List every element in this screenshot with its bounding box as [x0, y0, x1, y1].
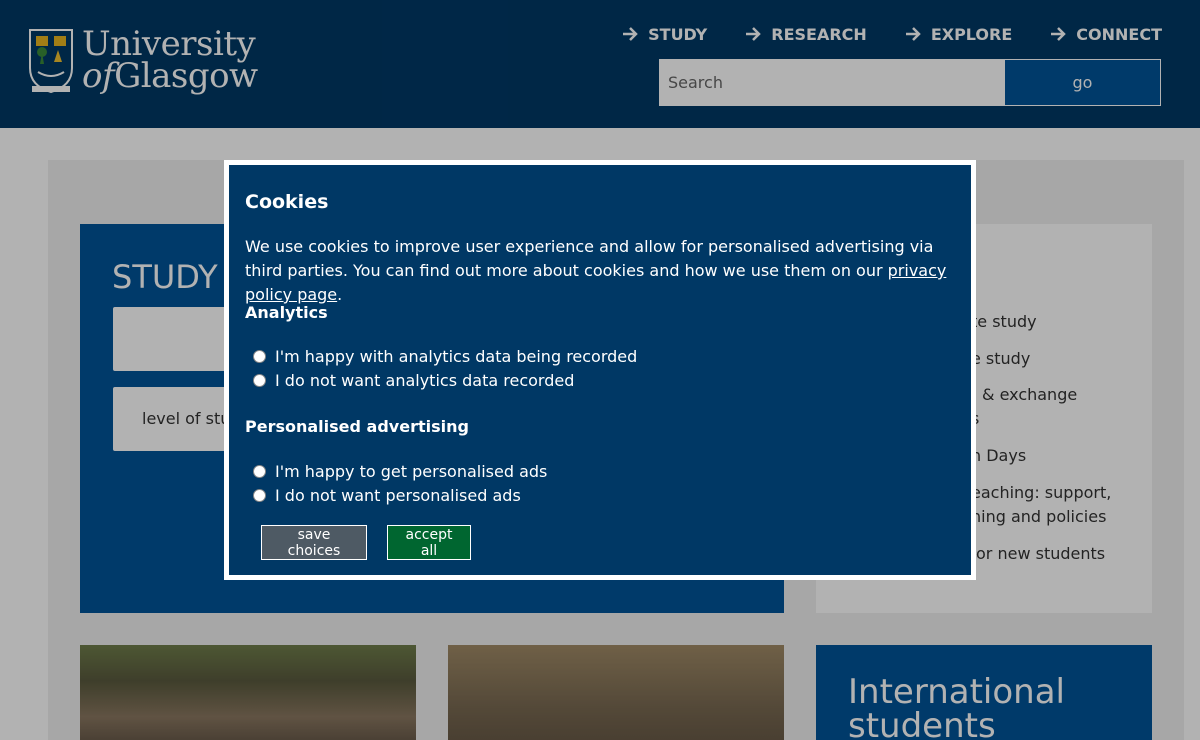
analytics-accept-radio[interactable] — [253, 350, 266, 363]
dialog-title: Cookies — [245, 191, 329, 213]
option-label: I do not want personalised ads — [275, 486, 521, 505]
analytics-accept-option[interactable]: I'm happy with analytics data being reco… — [253, 347, 637, 366]
option-label: I do not want analytics data recorded — [275, 371, 575, 390]
save-choices-button[interactable]: save choices — [261, 525, 367, 560]
dialog-description: We use cookies to improve user experienc… — [245, 235, 965, 307]
option-label: I'm happy to get personalised ads — [275, 462, 548, 481]
cookie-dialog: Cookies We use cookies to improve user e… — [224, 160, 976, 580]
analytics-heading: Analytics — [245, 303, 328, 322]
accept-all-button[interactable]: accept all — [387, 525, 471, 560]
analytics-decline-radio[interactable] — [253, 374, 266, 387]
option-label: I'm happy with analytics data being reco… — [275, 347, 638, 366]
description-text: We use cookies to improve user experienc… — [245, 237, 934, 280]
ads-accept-radio[interactable] — [253, 465, 266, 478]
ads-decline-option[interactable]: I do not want personalised ads — [253, 486, 521, 505]
ads-heading: Personalised advertising — [245, 417, 469, 436]
ads-decline-radio[interactable] — [253, 489, 266, 502]
analytics-decline-option[interactable]: I do not want analytics data recorded — [253, 371, 574, 390]
ads-accept-option[interactable]: I'm happy to get personalised ads — [253, 462, 547, 481]
description-end: . — [337, 285, 343, 304]
